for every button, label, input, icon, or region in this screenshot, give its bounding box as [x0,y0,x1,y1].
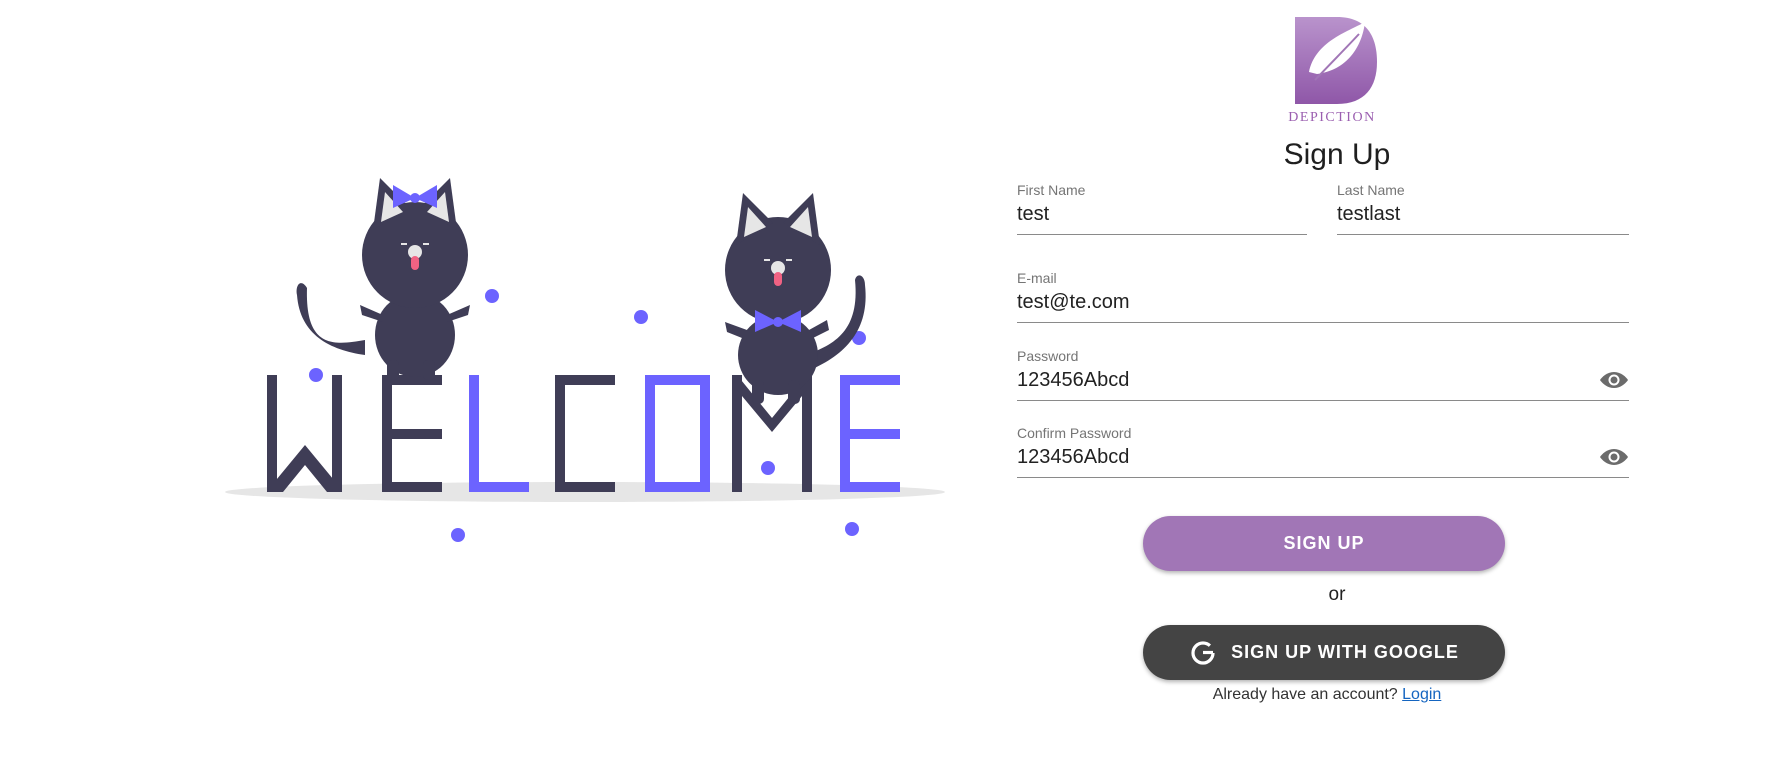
left-cat [296,178,470,380]
login-prompt: Already have an account? Login [1017,686,1637,704]
login-link[interactable]: Login [1402,686,1441,703]
first-name-field[interactable]: First Name test [1017,182,1307,235]
email-value[interactable]: test@te.com [1017,291,1130,314]
password-label: Password [1017,348,1079,364]
welcome-illustration [215,160,955,560]
confirm-password-field[interactable]: Confirm Password 123456Abcd [1017,425,1629,478]
email-label: E-mail [1017,270,1057,286]
password-visibility-eye-icon[interactable] [1599,368,1629,392]
letter-c [555,375,615,492]
first-name-value[interactable]: test [1017,203,1049,226]
letter-l [469,375,529,492]
page-title: Sign Up [1283,138,1391,171]
welcome-cats-graphic [225,178,945,542]
google-button-label: SIGN UP WITH GOOGLE [1231,642,1459,662]
email-field[interactable]: E-mail test@te.com [1017,270,1629,323]
brand-logo: DEPICTION [1277,12,1387,125]
letter-e2 [840,375,900,492]
sign-up-button-label: SIGN UP [1283,533,1365,553]
last-name-field[interactable]: Last Name testlast [1337,182,1629,235]
leaf-logo-icon [1295,17,1377,104]
letter-w [267,375,342,492]
last-name-value[interactable]: testlast [1337,203,1400,226]
letter-e1 [382,375,442,492]
confirm-password-value[interactable]: 123456Abcd [1017,446,1129,469]
first-name-label: First Name [1017,182,1086,198]
confirm-password-label: Confirm Password [1017,425,1132,441]
right-cat [725,193,866,404]
last-name-label: Last Name [1337,182,1405,198]
sign-up-with-google-button[interactable]: SIGN UP WITH GOOGLE [1143,625,1505,680]
have-account-text: Already have an account? [1212,686,1398,703]
password-field[interactable]: Password 123456Abcd [1017,348,1629,401]
brand-name: DEPICTION [1288,110,1376,125]
signup-panel: DEPICTION Sign Up First Name test Last N… [1017,0,1629,757]
or-divider-text: or [1328,584,1346,605]
letter-o [645,375,710,492]
confirm-password-visibility-eye-icon[interactable] [1599,445,1629,469]
password-value[interactable]: 123456Abcd [1017,369,1129,392]
google-g-icon [1189,639,1217,667]
sign-up-button[interactable]: SIGN UP [1143,516,1505,571]
